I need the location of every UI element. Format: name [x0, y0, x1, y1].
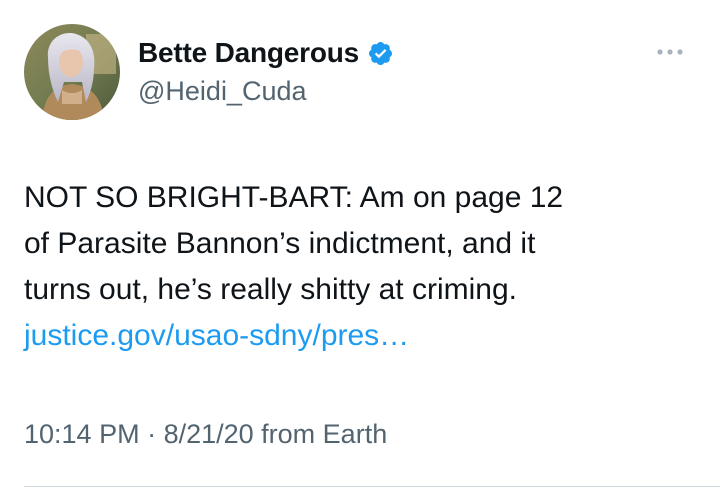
display-name[interactable]: Bette Dangerous	[138, 37, 359, 69]
tweet-text-line: turns out, he’s really shitty at criming…	[24, 273, 517, 306]
tweet-text-line: NOT SO BRIGHT-BART: Am on page 12	[24, 181, 564, 214]
tweet-link[interactable]: justice.gov/usao-sdny/pres…	[24, 313, 704, 359]
tweet-date[interactable]: 8/21/20	[164, 419, 254, 449]
tweet-source: from Earth	[253, 419, 388, 449]
profile-photo-icon	[24, 24, 120, 120]
more-options-button[interactable]	[650, 38, 690, 66]
tweet-text: NOT SO BRIGHT-BART: Am on page 12 of Par…	[24, 175, 704, 359]
tweet-header: Bette Dangerous @Heidi_Cuda	[138, 34, 640, 107]
avatar[interactable]	[24, 24, 120, 120]
user-handle[interactable]: @Heidi_Cuda	[138, 76, 640, 107]
divider	[24, 486, 720, 487]
tweet-metadata: 10:14 PM · 8/21/20 from Earth	[24, 419, 387, 450]
meta-separator: ·	[139, 419, 164, 449]
name-row: Bette Dangerous	[138, 34, 640, 72]
tweet-text-line: of Parasite Bannon’s indictment, and it	[24, 227, 536, 260]
tweet-time[interactable]: 10:14 PM	[24, 419, 140, 449]
tweet-card: Bette Dangerous @Heidi_Cuda NOT SO BRIGH…	[0, 0, 720, 489]
more-horizontal-icon	[657, 49, 683, 55]
verified-badge-icon	[367, 40, 394, 67]
